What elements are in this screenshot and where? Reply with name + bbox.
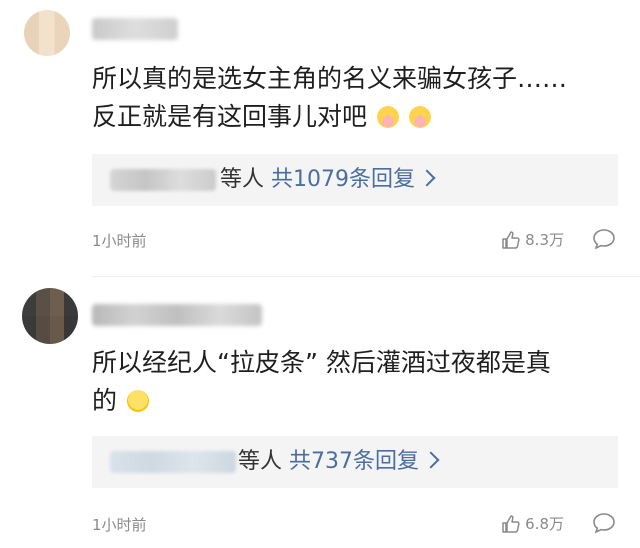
divider xyxy=(92,276,640,277)
comment-text-line-2: 的 xyxy=(92,382,616,420)
comment-1: 所以真的是选女主角的名义来骗女孩子…… 反正就是有这回事儿对吧 等人 共1079… xyxy=(0,0,640,270)
reply-line: 等人 共737条回复 xyxy=(238,448,440,476)
like-count: 6.8万 xyxy=(525,515,564,533)
chevron-right-icon xyxy=(422,451,440,469)
like-button[interactable]: 8.3万 xyxy=(501,229,564,250)
crying-face-emoji xyxy=(376,106,399,128)
reply-line: 等人 共1079条回复 xyxy=(220,166,436,194)
username-blurred[interactable] xyxy=(92,304,262,326)
comment-text-line-2: 反正就是有这回事儿对吧 xyxy=(92,98,616,136)
comment-text-line-1: 所以真的是选女主角的名义来骗女孩子…… xyxy=(92,64,568,93)
reply-users-blurred xyxy=(110,169,216,191)
comment-2: 所以经纪人“拉皮条” 然后灌酒过夜都是真 的 等人 共737条回复 1小时前 6… xyxy=(0,278,640,548)
reply-summary[interactable]: 等人 共1079条回复 xyxy=(92,154,618,206)
timestamp: 1小时前 xyxy=(92,516,147,534)
like-button[interactable]: 6.8万 xyxy=(501,513,564,534)
avatar[interactable] xyxy=(24,10,70,56)
smiling-face-emoji xyxy=(126,390,149,412)
like-count: 8.3万 xyxy=(525,231,564,249)
reply-count-link[interactable]: 共1079条回复 xyxy=(271,167,415,192)
comment-icon[interactable] xyxy=(592,228,616,254)
timestamp: 1小时前 xyxy=(92,232,147,250)
crying-face-emoji xyxy=(408,106,431,128)
reply-others-label: 等人 xyxy=(238,449,283,474)
comment-text: 所以经纪人“拉皮条” 然后灌酒过夜都是真 的 xyxy=(92,344,616,420)
reply-count-link[interactable]: 共737条回复 xyxy=(289,449,419,474)
comment-text: 所以真的是选女主角的名义来骗女孩子…… 反正就是有这回事儿对吧 xyxy=(92,60,616,136)
reply-others-label: 等人 xyxy=(220,167,265,192)
username-blurred[interactable] xyxy=(92,18,178,40)
avatar[interactable] xyxy=(22,288,78,344)
chevron-right-icon xyxy=(418,169,436,187)
reply-users-blurred xyxy=(110,451,236,473)
thumbs-up-icon xyxy=(502,514,520,533)
comment-text-line-1: 所以经纪人“拉皮条” 然后灌酒过夜都是真 xyxy=(92,348,551,377)
comment-icon[interactable] xyxy=(592,512,616,538)
thumbs-up-icon xyxy=(502,230,520,249)
reply-summary[interactable]: 等人 共737条回复 xyxy=(92,436,618,488)
